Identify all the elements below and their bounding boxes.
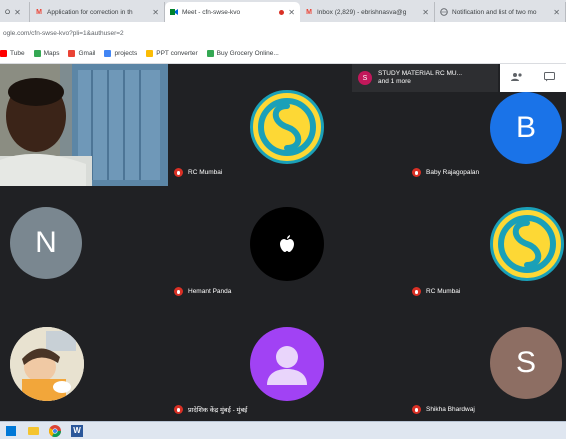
presenter-avatar: S: [358, 71, 372, 85]
participant-name: Shikha Bhardwaj: [412, 405, 475, 414]
file-explorer-icon: [27, 426, 39, 435]
globe-icon: [440, 8, 448, 16]
participant-tile[interactable]: Hemant Panda: [168, 183, 354, 301]
people-icon[interactable]: [510, 72, 523, 84]
mic-off-icon: [412, 168, 421, 177]
bookmark-label: Buy Grocery Online...: [216, 50, 279, 57]
presenting-title: STUDY MATERIAL RC MU...: [378, 70, 463, 77]
address-url: ogle.com/cfn-swse-kvo?pli=1&authuser=2: [3, 29, 124, 37]
taskbar-item[interactable]: W: [66, 423, 88, 439]
close-icon[interactable]: ✕: [422, 8, 429, 17]
gmail-icon: [68, 50, 76, 57]
participant-name: प्रादेशिक केंद्र मुंबई - मुंबई: [174, 405, 247, 414]
participant-tile[interactable]: प्रादेशिक केंद्र मुंबई - मुंबई: [168, 301, 354, 421]
bookmark-label: projects: [114, 50, 138, 57]
youtube-icon: [0, 50, 7, 57]
participant-video: [0, 64, 168, 186]
tab-label: Meet - cfn-swse-kvo: [182, 8, 241, 16]
participant-tile[interactable]: RC Mumbai: [404, 183, 566, 301]
participant-name: RC Mumbai: [412, 287, 460, 296]
avatar: B: [490, 92, 562, 164]
word-icon: W: [71, 424, 83, 437]
participant-tile[interactable]: [0, 301, 168, 421]
avatar-photo: [10, 327, 84, 401]
tab-inbox[interactable]: M Inbox (2,829) - ebrishnasva@g ✕: [300, 2, 435, 22]
bookmark-label: Tube: [10, 50, 25, 57]
tab-label: Inbox (2,829) - ebrishnasva@g: [317, 8, 407, 16]
chat-icon[interactable]: [544, 72, 556, 84]
mic-off-icon: [174, 168, 183, 177]
rc-mumbai-logo-icon: [250, 90, 324, 164]
participant-name: Hemant Panda: [174, 287, 231, 296]
close-icon[interactable]: ✕: [553, 8, 560, 17]
bookmark-ppt-converter[interactable]: PPT converter: [146, 50, 198, 57]
taskbar-item[interactable]: [0, 423, 22, 439]
meet-grid: RC Mumbai B Baby Rajagopalan N Hemant Pa…: [0, 64, 566, 421]
ppt-icon: [146, 50, 154, 57]
bookmark-youtube[interactable]: Tube: [0, 50, 25, 57]
gmail-icon: M: [306, 8, 312, 16]
mic-off-icon: [412, 287, 421, 296]
os-taskbar: W: [0, 421, 566, 439]
participant-name: Baby Rajagopalan: [412, 168, 479, 177]
maps-icon: [33, 50, 41, 57]
store-icon: [206, 50, 214, 57]
gmail-icon: M: [36, 8, 42, 16]
tab-label: Notification and list of two mo: [452, 8, 537, 16]
address-bar[interactable]: ogle.com/cfn-swse-kvo?pli=1&authuser=2: [0, 22, 566, 44]
bookmark-projects[interactable]: projects: [104, 50, 137, 57]
recording-indicator-icon: [279, 9, 285, 15]
drive-icon: [104, 50, 112, 57]
browser-tab-strip: O ✕ M Application for correction in th ✕…: [0, 0, 566, 22]
windows-start-icon: [6, 425, 16, 436]
mic-off-icon: [174, 287, 183, 296]
taskbar-item[interactable]: [22, 423, 44, 439]
meet-icon: [170, 8, 178, 16]
tab-application[interactable]: M Application for correction in th ✕: [30, 2, 165, 22]
avatar: S: [490, 327, 562, 399]
chrome-icon: [49, 424, 61, 437]
close-icon[interactable]: ✕: [152, 8, 159, 17]
participant-name: RC Mumbai: [174, 168, 222, 177]
bookmark-label: Maps: [43, 50, 60, 57]
bookmark-gmail[interactable]: Gmail: [68, 50, 95, 57]
bookmark-label: PPT converter: [156, 50, 198, 57]
participant-tile[interactable]: RC Mumbai: [168, 64, 354, 183]
avatar: N: [10, 207, 82, 279]
participant-video-tile[interactable]: [0, 64, 168, 186]
tab-notification[interactable]: Notification and list of two mo ✕: [435, 2, 566, 22]
person-icon: [250, 327, 324, 401]
mic-off-icon: [412, 405, 421, 414]
bookmark-maps[interactable]: Maps: [33, 50, 60, 57]
top-right-controls: [500, 64, 566, 92]
presenting-banner[interactable]: S STUDY MATERIAL RC MU... and 1 more: [352, 64, 498, 92]
bookmark-grocery[interactable]: Buy Grocery Online...: [206, 50, 279, 57]
bookmarks-bar: Tube Maps Gmail projects PPT converter B…: [0, 44, 566, 64]
tab-label: Application for correction in th: [47, 8, 133, 16]
participant-tile[interactable]: N: [0, 183, 168, 301]
tab-label: O: [5, 8, 11, 16]
close-icon[interactable]: ✕: [14, 8, 21, 17]
bookmark-label: Gmail: [78, 50, 96, 57]
mic-off-icon: [174, 405, 183, 414]
tab-small[interactable]: O ✕: [0, 2, 30, 22]
tab-meet[interactable]: Meet - cfn-swse-kvo ✕: [165, 2, 300, 22]
presenting-subtitle: and 1 more: [378, 78, 411, 85]
apple-icon: [250, 207, 324, 281]
rc-mumbai-logo-icon: [490, 207, 564, 281]
participant-tile[interactable]: S Shikha Bhardwaj: [404, 301, 566, 421]
taskbar-item[interactable]: [44, 423, 66, 439]
close-icon[interactable]: ✕: [288, 8, 295, 17]
